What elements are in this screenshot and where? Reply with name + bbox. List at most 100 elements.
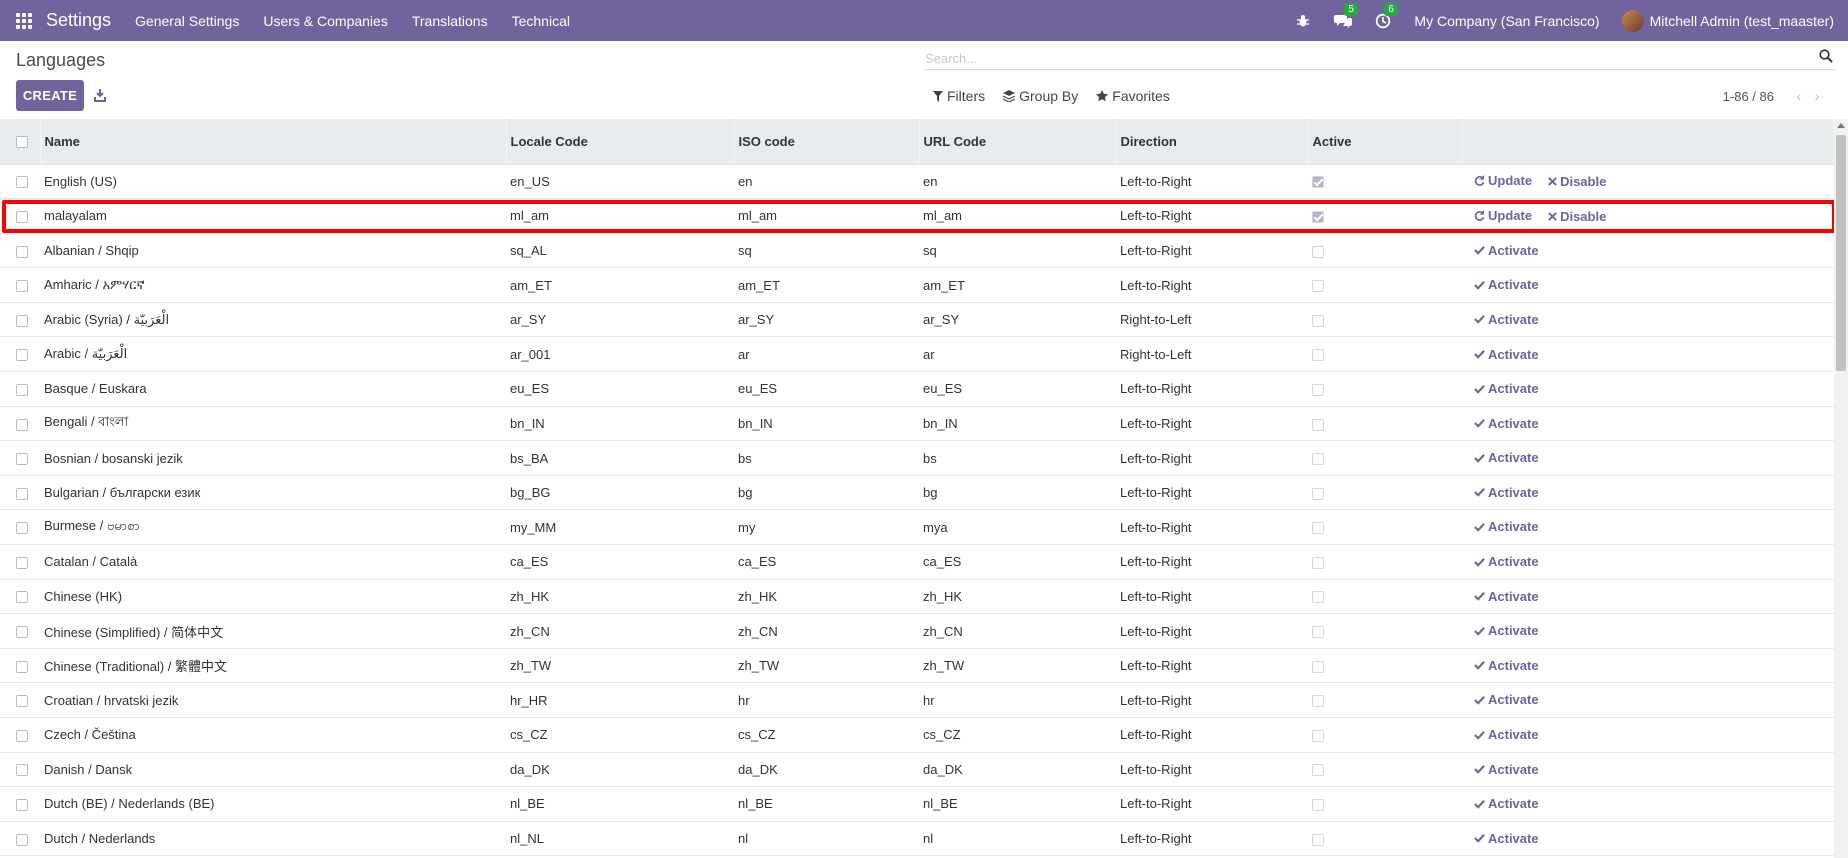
table-row[interactable]: English (US) en_US en en Left-to-Right Update… (0, 164, 1834, 199)
cell-name: Dutch / Nederlands (44, 831, 156, 847)
table-row[interactable]: Bengali / বাংলা bn_IN bn_IN bn_IN Left-to-Ri… (0, 406, 1834, 441)
activate-button[interactable]: Activate (1474, 312, 1539, 327)
close-icon (1548, 212, 1557, 221)
menu-technical[interactable]: Technical (512, 13, 570, 29)
pager-next-icon[interactable]: › (1810, 88, 1824, 104)
table-row[interactable]: Dutch (BE) / Nederlands (BE) nl_BE nl_BE nl… (0, 787, 1834, 822)
group-by-button[interactable]: Group By (1003, 88, 1078, 104)
activate-button[interactable]: Activate (1474, 692, 1539, 707)
column-direction[interactable]: Direction (1116, 119, 1309, 165)
table-row[interactable]: Arabic / الْعَرَبيّة ar_001 ar ar Right-to-L… (0, 337, 1834, 372)
column-active[interactable]: Active (1308, 119, 1463, 165)
disable-button[interactable]: Disable (1548, 174, 1606, 189)
table-row[interactable]: malayalam ml_am ml_am ml_am Left-to-Right Upd… (0, 199, 1834, 234)
row-checkbox[interactable] (16, 453, 28, 466)
activate-button[interactable]: Activate (1474, 589, 1539, 604)
cell-locale-code: bg_BG (510, 485, 551, 501)
activities-clock-icon[interactable]: 6 (1374, 2, 1398, 30)
activate-button[interactable]: Activate (1474, 450, 1539, 465)
activate-button[interactable]: Activate (1474, 277, 1539, 292)
row-checkbox[interactable] (16, 349, 28, 362)
search-icon[interactable] (1819, 49, 1833, 63)
update-button[interactable]: Update (1474, 173, 1532, 188)
activate-button[interactable]: Activate (1474, 727, 1539, 742)
table-row[interactable]: Chinese (HK) zh_HK zh_HK zh_HK Left-to-Right… (0, 579, 1834, 614)
menu-translations[interactable]: Translations (412, 13, 488, 29)
row-checkbox[interactable] (16, 591, 28, 604)
menu-general-settings[interactable]: General Settings (135, 13, 239, 29)
activate-button[interactable]: Activate (1474, 762, 1539, 777)
user-avatar[interactable] (1621, 9, 1644, 32)
row-checkbox[interactable] (16, 833, 28, 846)
table-row[interactable]: Chinese (Simplified) / 简体中文 zh_CN zh_CN zh_… (0, 614, 1834, 649)
row-checkbox[interactable] (16, 695, 28, 708)
row-checkbox[interactable] (16, 487, 28, 500)
row-checkbox[interactable] (16, 764, 28, 777)
table-row[interactable]: Amharic / አምሃርኛ am_ET am_ET am_ET Left-to-Ri… (0, 268, 1834, 303)
row-checkbox[interactable] (16, 210, 28, 223)
filters-button[interactable]: Filters (933, 88, 985, 104)
row-checkbox[interactable] (16, 626, 28, 639)
table-row[interactable]: Czech / Čeština cs_CZ cs_CZ cs_CZ Left-to-Ri… (0, 718, 1834, 753)
row-checkbox[interactable] (16, 176, 28, 189)
messages-icon[interactable]: 5 (1334, 2, 1358, 30)
column-name[interactable]: Name (40, 119, 507, 165)
activate-button[interactable]: Activate (1474, 519, 1539, 534)
row-checkbox[interactable] (16, 522, 28, 535)
column-url-code[interactable]: URL Code (919, 119, 1117, 165)
bug-icon[interactable] (1294, 12, 1312, 30)
table-row[interactable]: Dutch / Nederlands nl_NL nl nl Left-to-Right… (0, 821, 1834, 856)
favorites-button[interactable]: Favorites (1096, 88, 1170, 104)
user-menu[interactable]: Mitchell Admin (test_maaster) (1650, 13, 1834, 29)
activate-button[interactable]: Activate (1474, 796, 1539, 811)
row-checkbox[interactable] (16, 418, 28, 431)
table-row[interactable]: Bosnian / bosanski jezik bs_BA bs bs Left-to… (0, 441, 1834, 476)
pager: 1-86 / 86 ‹ › (1723, 88, 1824, 104)
menu-users-companies[interactable]: Users & Companies (263, 13, 388, 29)
cell-name: Basque / Euskara (44, 381, 147, 397)
row-checkbox[interactable] (16, 280, 28, 293)
activate-button[interactable]: Activate (1474, 381, 1539, 396)
activate-button[interactable]: Activate (1474, 347, 1539, 362)
pager-previous-icon[interactable]: ‹ (1792, 88, 1806, 104)
table-row[interactable]: Catalan / Català ca_ES ca_ES ca_ES Left-to-R… (0, 545, 1834, 580)
row-checkbox[interactable] (16, 729, 28, 742)
table-row[interactable]: Albanian / Shqip sq_AL sq sq Left-to-Right Ac… (0, 233, 1834, 268)
table-row[interactable]: Arabic (Syria) / الْعَرَبيّة ar_SY ar_SY ar… (0, 302, 1834, 337)
table-row[interactable]: Chinese (Traditional) / 繁體中文 zh_TW zh_TW zh… (0, 648, 1834, 683)
app-menu-grid-icon[interactable] (16, 12, 32, 29)
table-row[interactable]: Croatian / hrvatski jezik hr_HR hr hr Left-t… (0, 683, 1834, 718)
table-row[interactable]: Bulgarian / български език bg_BG bg bg Left-… (0, 475, 1834, 510)
row-checkbox[interactable] (16, 383, 28, 396)
search-input[interactable] (925, 48, 1805, 68)
row-checkbox[interactable] (16, 556, 28, 569)
activate-button[interactable]: Activate (1474, 623, 1539, 638)
create-button[interactable]: CREATE (16, 80, 84, 111)
disable-button[interactable]: Disable (1548, 209, 1606, 224)
table-row[interactable]: Basque / Euskara eu_ES eu_ES eu_ES Left-to-R… (0, 372, 1834, 407)
activate-button[interactable]: Activate (1474, 485, 1539, 500)
activate-button[interactable]: Activate (1474, 416, 1539, 431)
download-icon[interactable] (92, 86, 108, 104)
row-checkbox[interactable] (16, 314, 28, 327)
activate-button[interactable]: Activate (1474, 243, 1539, 258)
activate-button[interactable]: Activate (1474, 658, 1539, 673)
scroll-up-icon[interactable] (1837, 123, 1845, 128)
update-button[interactable]: Update (1474, 208, 1532, 223)
activate-button[interactable]: Activate (1474, 554, 1539, 569)
column-iso-code[interactable]: ISO code (734, 119, 920, 165)
row-checkbox[interactable] (16, 660, 28, 673)
table-row[interactable]: Burmese / ဗမာစာ my_MM my mya Left-to-Right Ac… (0, 510, 1834, 545)
column-locale-code[interactable]: Locale Code (506, 119, 735, 165)
scrollbar[interactable] (1834, 119, 1848, 858)
row-checkbox[interactable] (16, 799, 28, 812)
cell-iso-code: ar (738, 346, 750, 362)
app-title[interactable]: Settings (46, 10, 111, 31)
activate-button[interactable]: Activate (1474, 831, 1539, 846)
table-row[interactable]: Danish / Dansk da_DK da_DK da_DK Left-to-Rig… (0, 752, 1834, 787)
row-checkbox[interactable] (16, 245, 28, 258)
scroll-thumb[interactable] (1836, 135, 1846, 371)
select-all-checkbox[interactable] (16, 136, 28, 149)
company-switcher[interactable]: My Company (San Francisco) (1414, 13, 1599, 29)
pager-value[interactable]: 1-86 / 86 (1723, 89, 1774, 104)
